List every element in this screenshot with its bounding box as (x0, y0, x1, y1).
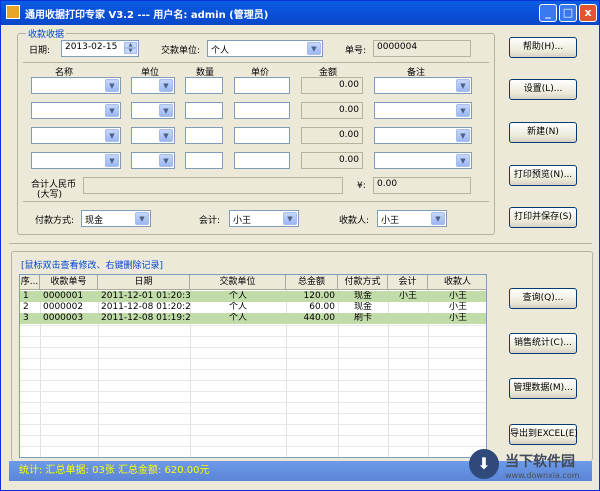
settings-button[interactable]: 设置(L)... (509, 79, 577, 100)
table-row[interactable]: 3 0000003 2011-12-08 01:19:20 个人 440.00 … (20, 313, 486, 324)
table-row[interactable]: 1 0000001 2011-12-01 01:20:35 个人 120.00 … (20, 291, 486, 302)
yen-total-field: 0.00 (373, 177, 471, 194)
item-name-combo[interactable]: ▼ (31, 77, 121, 94)
col-header-payer[interactable]: 交款单位 (190, 275, 286, 290)
col-header-date[interactable]: 日期 (98, 275, 190, 290)
accountant-label: 会计: (199, 216, 221, 226)
item-amount: 0.00 (301, 102, 363, 119)
item-qty-input[interactable] (185, 77, 223, 94)
item-amount: 0.00 (301, 152, 363, 169)
date-picker[interactable]: 2013-02-15 ▲ ▼ (61, 40, 139, 57)
item-unit-combo[interactable]: ▼ (131, 127, 175, 144)
chevron-down-icon[interactable]: ▼ (105, 154, 119, 167)
chevron-down-icon[interactable]: ▼ (105, 129, 119, 142)
total-rmb-sub-label: (大写) (37, 190, 63, 200)
item-note-combo[interactable]: ▼ (374, 152, 472, 169)
chevron-down-icon[interactable]: ▼ (135, 212, 149, 225)
item-price-input[interactable] (234, 77, 290, 94)
receipt-no-field: 0000004 (373, 40, 471, 57)
chevron-down-icon[interactable]: ▼ (456, 79, 470, 92)
payer-unit-value: 个人 (211, 46, 230, 56)
payment-method-combo[interactable]: 现金 ▼ (81, 210, 151, 227)
item-unit-combo[interactable]: ▼ (131, 102, 175, 119)
app-icon (6, 5, 20, 19)
chevron-down-icon[interactable]: ▼ (307, 42, 321, 55)
records-table-header: 序... 收款单号 日期 交款单位 总金额 付款方式 会计 收款人 (20, 275, 486, 290)
item-note-combo[interactable]: ▼ (374, 77, 472, 94)
close-button[interactable]: x (579, 4, 597, 22)
main-window: 通用收据打印专家 V3.2 --- 用户名: admin (管理员) _ □ x… (0, 0, 600, 491)
chevron-down-icon[interactable]: ▼ (105, 104, 119, 117)
yen-label: ¥: (357, 181, 366, 191)
header-divider (23, 62, 489, 63)
chevron-down-icon[interactable]: ▼ (456, 129, 470, 142)
status-text: 统计: 汇总单据: 03张 汇总金额: 620.00元 (19, 465, 210, 476)
export-excel-button[interactable]: 导出到EXCEL(E) (509, 424, 578, 445)
minimize-button[interactable]: _ (539, 4, 557, 22)
download-arrow-icon: ⬇ (469, 449, 499, 479)
chevron-down-icon[interactable]: ▼ (456, 154, 470, 167)
date-label: 日期: (29, 46, 51, 56)
item-amount: 0.00 (301, 127, 363, 144)
total-rmb-field (83, 177, 343, 194)
item-qty-input[interactable] (185, 102, 223, 119)
receipt-group-title: 收款收据 (26, 27, 67, 40)
item-note-combo[interactable]: ▼ (374, 102, 472, 119)
sales-stats-button[interactable]: 销售统计(C)... (509, 333, 577, 354)
payee-combo[interactable]: 小王 ▼ (377, 210, 447, 227)
item-name-combo[interactable]: ▼ (31, 102, 121, 119)
chevron-down-icon[interactable]: ▼ (159, 129, 173, 142)
print-save-button[interactable]: 打印并保存(S) (509, 207, 577, 228)
col-header-receipt-no[interactable]: 收款单号 (40, 275, 98, 290)
item-amount: 0.00 (301, 77, 363, 94)
item-unit-combo[interactable]: ▼ (131, 152, 175, 169)
chevron-down-icon[interactable]: ▼ (159, 79, 173, 92)
watermark-url: www.downxia.com (505, 471, 580, 480)
payee-label: 收款人: (339, 216, 370, 226)
manage-data-button[interactable]: 管理数据(M)... (509, 378, 577, 399)
records-table[interactable]: 序... 收款单号 日期 交款单位 总金额 付款方式 会计 收款人 1 0000 (19, 274, 487, 458)
records-hint: [鼠标双击查看修改、右键删除记录] (21, 261, 164, 271)
col-header-seq[interactable]: 序... (20, 275, 40, 290)
col-header-total[interactable]: 总金额 (286, 275, 338, 290)
section-divider (9, 243, 592, 244)
watermark: ⬇ 当下软件园 www.downxia.com (469, 447, 593, 487)
accountant-combo[interactable]: 小王 ▼ (229, 210, 299, 227)
unit-label: 交款单位: (161, 46, 201, 56)
title-bar: 通用收据打印专家 V3.2 --- 用户名: admin (管理员) _ □ x (1, 1, 599, 25)
payer-unit-combo[interactable]: 个人 ▼ (207, 40, 323, 57)
item-name-combo[interactable]: ▼ (31, 152, 121, 169)
help-button[interactable]: 帮助(H)... (509, 37, 577, 58)
watermark-brand: 当下软件园 (505, 454, 575, 470)
new-button[interactable]: 新建(N) (509, 122, 577, 143)
query-button[interactable]: 查询(Q)... (509, 288, 577, 309)
footer-divider (23, 201, 489, 202)
col-header-payee[interactable]: 收款人 (428, 275, 486, 290)
item-note-combo[interactable]: ▼ (374, 127, 472, 144)
chevron-down-icon[interactable]: ▼ (431, 212, 445, 225)
item-price-input[interactable] (234, 127, 290, 144)
col-header-payment[interactable]: 付款方式 (338, 275, 388, 290)
date-value: 2013-02-15 (65, 42, 118, 52)
item-qty-input[interactable] (185, 152, 223, 169)
item-price-input[interactable] (234, 152, 290, 169)
item-price-input[interactable] (234, 102, 290, 119)
chevron-down-icon[interactable]: ▼ (283, 212, 297, 225)
receipt-no-value: 0000004 (377, 42, 418, 52)
chevron-down-icon[interactable]: ▼ (159, 154, 173, 167)
chevron-down-icon[interactable]: ▼ (159, 104, 173, 117)
receipt-no-label: 单号: (345, 46, 367, 56)
print-preview-button[interactable]: 打印预览(N)... (509, 165, 577, 186)
item-unit-combo[interactable]: ▼ (131, 77, 175, 94)
date-spinner[interactable]: ▲ ▼ (124, 42, 137, 55)
table-row[interactable]: 2 0000002 2011-12-08 01:20:24 个人 60.00 现… (20, 302, 486, 313)
chevron-down-icon[interactable]: ▼ (105, 79, 119, 92)
item-name-combo[interactable]: ▼ (31, 127, 121, 144)
window-title: 通用收据打印专家 V3.2 --- 用户名: admin (管理员) (25, 10, 269, 21)
payment-label: 付款方式: (35, 216, 75, 226)
item-qty-input[interactable] (185, 127, 223, 144)
chevron-down-icon[interactable]: ▼ (456, 104, 470, 117)
maximize-button[interactable]: □ (559, 4, 577, 22)
col-header-accountant[interactable]: 会计 (388, 275, 428, 290)
